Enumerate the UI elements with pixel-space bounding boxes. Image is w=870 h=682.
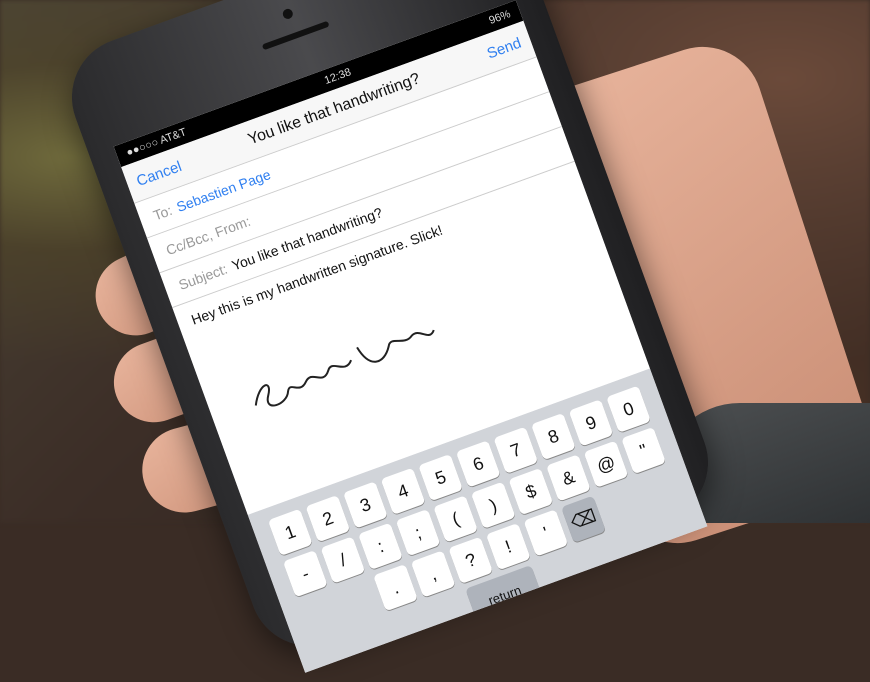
key[interactable]: 4: [380, 467, 426, 515]
key[interactable]: :: [358, 522, 403, 570]
key[interactable]: 8: [530, 412, 576, 461]
key[interactable]: 3: [342, 481, 388, 529]
cancel-button[interactable]: Cancel: [134, 158, 184, 190]
key[interactable]: ;: [395, 508, 441, 557]
key[interactable]: /: [320, 536, 366, 584]
key[interactable]: &: [545, 454, 591, 502]
key[interactable]: (: [433, 495, 479, 543]
key[interactable]: $: [508, 467, 554, 516]
key[interactable]: ": [621, 426, 667, 475]
key[interactable]: !: [485, 522, 531, 571]
key[interactable]: 5: [418, 453, 464, 502]
key[interactable]: .: [373, 563, 419, 612]
key[interactable]: 2: [305, 494, 351, 543]
battery-label: 96%: [487, 8, 513, 28]
to-label: To:: [151, 201, 175, 224]
key[interactable]: ?: [448, 536, 494, 584]
backspace-key[interactable]: ⌫: [561, 495, 606, 543]
key[interactable]: ): [470, 481, 516, 529]
key[interactable]: ,: [410, 550, 456, 598]
key[interactable]: @: [583, 440, 629, 488]
key[interactable]: ': [523, 509, 569, 557]
subject-label: Subject:: [176, 260, 230, 293]
key[interactable]: 0: [606, 385, 652, 433]
key[interactable]: 7: [493, 426, 539, 474]
send-button[interactable]: Send: [485, 34, 524, 62]
key[interactable]: 6: [455, 440, 501, 488]
key[interactable]: 9: [568, 399, 614, 447]
key[interactable]: -: [282, 549, 328, 598]
key[interactable]: 1: [267, 508, 313, 556]
handwritten-signature: [254, 329, 435, 407]
